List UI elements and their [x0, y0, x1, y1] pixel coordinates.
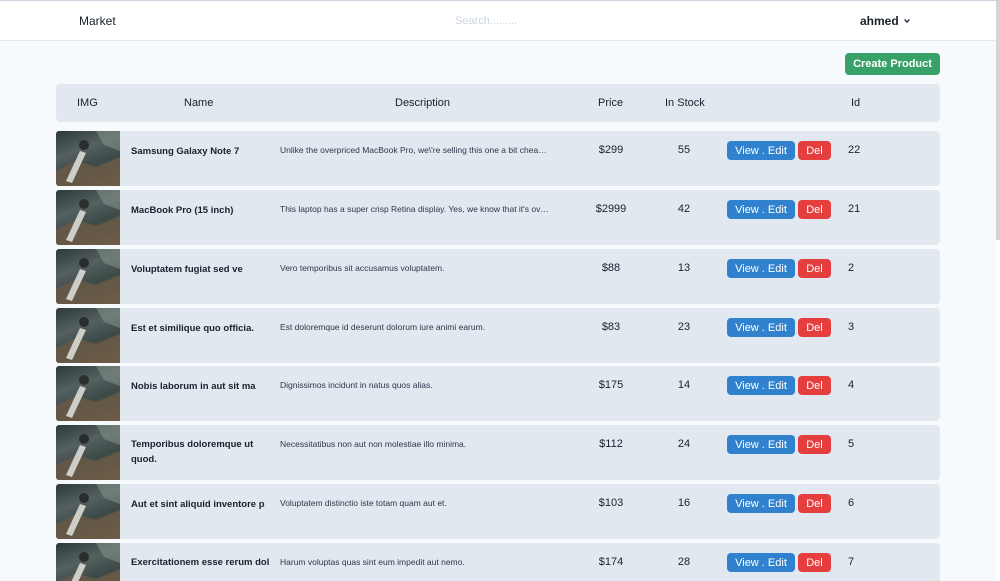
product-id: 2 — [848, 262, 855, 274]
product-image — [56, 308, 120, 363]
table-row: MacBook Pro (15 inch) This laptop has a … — [56, 190, 940, 245]
user-name: ahmed — [860, 14, 899, 28]
product-name: Temporibus doloremque ut quod. — [131, 439, 254, 465]
header-img: IMG — [77, 97, 98, 109]
view-edit-button[interactable]: View . Edit — [727, 376, 795, 395]
product-price: $174 — [598, 556, 624, 568]
delete-button[interactable]: Del — [798, 553, 831, 572]
product-id: 7 — [848, 556, 855, 568]
delete-button[interactable]: Del — [798, 200, 831, 219]
product-price: $2999 — [595, 203, 627, 215]
product-image — [56, 366, 120, 421]
page-scrollbar[interactable] — [996, 0, 1000, 581]
header-price: Price — [598, 97, 624, 109]
product-description: Unlike the overpriced MacBook Pro, we\'r… — [280, 145, 550, 155]
table-row: Nobis laborum in aut sit ma Dignissimos … — [56, 366, 940, 421]
product-stock: 24 — [677, 438, 691, 450]
header-name: Name — [184, 97, 214, 109]
product-id: 21 — [848, 203, 861, 215]
table-row: Exercitationem esse rerum dol Harum volu… — [56, 543, 940, 581]
delete-button[interactable]: Del — [798, 318, 831, 337]
chevron-down-icon — [903, 18, 910, 24]
table-row: Est et similique quo officia. Est dolore… — [56, 308, 940, 363]
view-edit-button[interactable]: View . Edit — [727, 259, 795, 278]
product-stock: 14 — [677, 379, 691, 391]
delete-button[interactable]: Del — [798, 494, 831, 513]
view-edit-button[interactable]: View . Edit — [727, 141, 795, 160]
product-name: Exercitationem esse rerum dol — [131, 557, 270, 568]
product-id: 3 — [848, 321, 855, 333]
product-description: Est doloremque id deserunt dolorum iure … — [280, 322, 486, 332]
product-description: Necessitatibus non aut non molestiae ill… — [280, 439, 467, 449]
product-stock: 55 — [677, 144, 691, 156]
product-id: 6 — [848, 497, 855, 509]
table-row: Temporibus doloremque ut quod. Necessita… — [56, 425, 940, 480]
product-name: Aut et sint aliquid inventore p — [131, 499, 265, 510]
delete-button[interactable]: Del — [798, 376, 831, 395]
product-image — [56, 131, 120, 186]
product-description: Dignissimos incidunt in natus quos alias… — [280, 380, 433, 390]
view-edit-button[interactable]: View . Edit — [727, 494, 795, 513]
header-in-stock: In Stock — [665, 97, 705, 109]
product-stock: 28 — [677, 556, 691, 568]
table-row: Samsung Galaxy Note 7 Unlike the overpri… — [56, 131, 940, 186]
product-image — [56, 249, 120, 304]
product-id: 5 — [848, 438, 855, 450]
product-id: 22 — [848, 144, 861, 156]
product-name: MacBook Pro (15 inch) — [131, 205, 234, 216]
top-navbar: Market ahmed — [0, 0, 1000, 41]
product-price: $83 — [601, 321, 621, 333]
table-row: Aut et sint aliquid inventore p Voluptat… — [56, 484, 940, 539]
product-price: $175 — [598, 379, 624, 391]
product-image — [56, 190, 120, 245]
scrollbar-thumb[interactable] — [996, 0, 1000, 240]
search-input[interactable] — [455, 13, 575, 29]
header-description: Description — [395, 97, 451, 109]
product-price: $103 — [598, 497, 624, 509]
product-image — [56, 484, 120, 539]
product-stock: 23 — [677, 321, 691, 333]
product-id: 4 — [848, 379, 855, 391]
delete-button[interactable]: Del — [798, 259, 831, 278]
table-header: IMG Name Description Price In Stock Id — [56, 84, 940, 122]
product-name: Est et similique quo officia. — [131, 323, 254, 334]
product-stock: 16 — [677, 497, 691, 509]
brand-link[interactable]: Market — [79, 14, 116, 28]
product-image — [56, 425, 120, 480]
header-id: Id — [851, 97, 861, 109]
product-description: Harum voluptas quas sint eum impedit aut… — [280, 557, 465, 567]
user-menu[interactable]: ahmed — [860, 14, 911, 28]
create-product-button[interactable]: Create Product — [845, 53, 940, 75]
view-edit-button[interactable]: View . Edit — [727, 318, 795, 337]
product-description: Vero temporibus sit accusamus voluptatem… — [280, 263, 445, 273]
delete-button[interactable]: Del — [798, 435, 831, 454]
product-name: Voluptatem fugiat sed ve — [131, 264, 243, 275]
product-stock: 42 — [677, 203, 691, 215]
product-price: $88 — [601, 262, 621, 274]
product-name: Nobis laborum in aut sit ma — [131, 381, 256, 392]
delete-button[interactable]: Del — [798, 141, 831, 160]
view-edit-button[interactable]: View . Edit — [727, 200, 795, 219]
product-name: Samsung Galaxy Note 7 — [131, 146, 240, 157]
view-edit-button[interactable]: View . Edit — [727, 435, 795, 454]
product-stock: 13 — [677, 262, 691, 274]
product-price: $112 — [599, 438, 623, 450]
product-description: Voluptatem distinctio iste totam quam au… — [280, 498, 447, 508]
product-description: This laptop has a super crisp Retina dis… — [280, 204, 550, 214]
view-edit-button[interactable]: View . Edit — [727, 553, 795, 572]
table-row: Voluptatem fugiat sed ve Vero temporibus… — [56, 249, 940, 304]
product-image — [56, 543, 120, 581]
product-price: $299 — [598, 144, 624, 156]
